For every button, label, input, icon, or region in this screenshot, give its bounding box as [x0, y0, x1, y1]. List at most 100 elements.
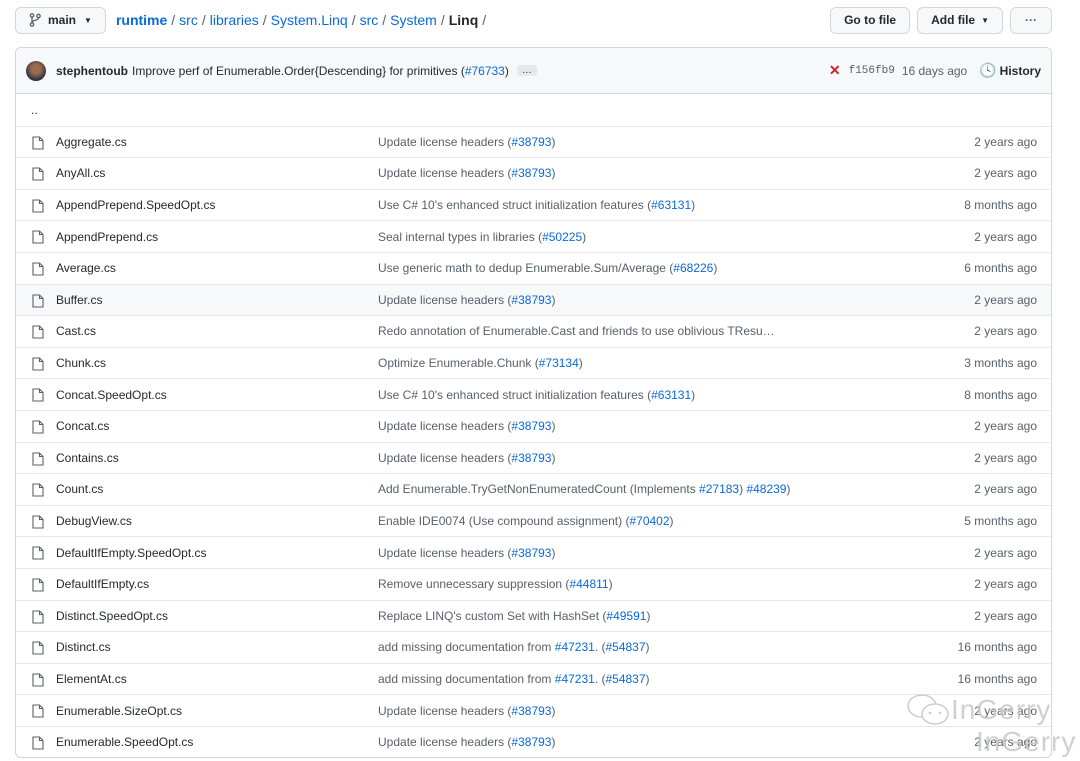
file-row[interactable]: Concat.cs Update license headers (#38793)…	[16, 409, 1051, 442]
commit-message[interactable]: Update license headers (	[378, 451, 511, 465]
file-row[interactable]: Enumerable.SpeedOpt.cs Update license hea…	[16, 725, 1051, 758]
file-row[interactable]: Aggregate.cs Update license headers (#387…	[16, 125, 1051, 158]
file-row[interactable]: Contains.cs Update license headers (#3879…	[16, 441, 1051, 474]
file-name-link[interactable]: AppendPrepend.SpeedOpt.cs	[56, 198, 215, 212]
file-name-link[interactable]: Buffer.cs	[56, 293, 102, 307]
file-row[interactable]: AppendPrepend.SpeedOpt.cs Use C# 10's enh…	[16, 188, 1051, 221]
file-row[interactable]: Cast.cs Redo annotation of Enumerable.Cas…	[16, 315, 1051, 347]
pr-link[interactable]: #68226	[673, 261, 713, 275]
pr-link[interactable]: #70402	[629, 514, 669, 528]
commit-author[interactable]: stephentoub	[56, 64, 128, 78]
file-row[interactable]: Concat.SpeedOpt.cs Use C# 10's enhanced s…	[16, 378, 1051, 410]
pr-link[interactable]: #63131	[651, 198, 691, 212]
pr-link[interactable]: #50225	[542, 230, 582, 244]
commit-message[interactable]: Use C# 10's enhanced struct initializati…	[378, 388, 651, 402]
file-row[interactable]: DebugView.cs Enable IDE0074 (Use compound…	[16, 504, 1051, 537]
commit-pr-link[interactable]: #76733	[465, 64, 505, 78]
branch-select-button[interactable]: main ▼	[15, 6, 106, 34]
file-name-link[interactable]: Concat.cs	[56, 419, 109, 433]
commit-message[interactable]: add missing documentation from	[378, 640, 555, 654]
commit-message[interactable]: Seal internal types in libraries (	[378, 230, 542, 244]
file-row[interactable]: Count.cs Add Enumerable.TryGetNonEnumerat…	[16, 473, 1051, 505]
commit-message[interactable]: Update license headers (	[378, 419, 511, 433]
file-row[interactable]: AppendPrepend.cs Seal internal types in l…	[16, 220, 1051, 252]
pr-link[interactable]: #38793	[511, 135, 551, 149]
commit-message[interactable]: Enable IDE0074 (Use compound assignment)…	[378, 514, 629, 528]
file-name-link[interactable]: Concat.SpeedOpt.cs	[56, 388, 167, 402]
expand-commit-button[interactable]: …	[516, 65, 537, 76]
commit-message[interactable]: Replace LINQ's custom Set with HashSet (	[378, 609, 606, 623]
pr-link[interactable]: #38793	[511, 704, 551, 718]
commit-message[interactable]: Update license headers (	[378, 704, 511, 718]
pr-link[interactable]: #38793	[511, 546, 551, 560]
commit-message[interactable]: Add Enumerable.TryGetNonEnumeratedCount …	[378, 482, 699, 496]
breadcrumb-link[interactable]: runtime	[116, 12, 167, 28]
pr-link[interactable]: #54837	[605, 672, 645, 686]
commit-message[interactable]: add missing documentation from	[378, 672, 555, 686]
file-name-link[interactable]: Contains.cs	[56, 451, 119, 465]
pr-link[interactable]: #48239	[746, 482, 786, 496]
pr-link[interactable]: #73134	[539, 356, 579, 370]
file-name-link[interactable]: AppendPrepend.cs	[56, 230, 158, 244]
file-name-link[interactable]: Cast.cs	[56, 324, 96, 338]
file-name-link[interactable]: Distinct.cs	[56, 640, 111, 654]
breadcrumb-link[interactable]: System	[390, 12, 437, 28]
commit-message[interactable]: Update license headers (	[378, 166, 511, 180]
file-row[interactable]: Distinct.SpeedOpt.cs Replace LINQ's custo…	[16, 599, 1051, 632]
go-to-file-button[interactable]: Go to file	[830, 6, 911, 34]
pr-link[interactable]: #54837	[605, 640, 645, 654]
pr-link[interactable]: #44811	[569, 577, 608, 591]
add-file-button[interactable]: Add file ▼	[917, 6, 1003, 34]
breadcrumb-link[interactable]: System.Linq	[271, 12, 348, 28]
commit-message[interactable]: Update license headers (	[378, 735, 511, 749]
breadcrumb-link[interactable]: libraries	[210, 12, 259, 28]
pr-link[interactable]: #38793	[511, 419, 551, 433]
file-name-link[interactable]: DebugView.cs	[56, 514, 132, 528]
file-row[interactable]: AnyAll.cs Update license headers (#38793)…	[16, 157, 1051, 189]
commit-message[interactable]: Optimize Enumerable.Chunk (	[378, 356, 539, 370]
file-name-link[interactable]: Average.cs	[56, 261, 116, 275]
file-name-link[interactable]: DefaultIfEmpty.SpeedOpt.cs	[56, 546, 207, 560]
pr-link[interactable]: #38793	[511, 293, 551, 307]
file-row[interactable]: Average.cs Use generic math to dedup Enum…	[16, 251, 1051, 284]
pr-link[interactable]: #38793	[511, 735, 551, 749]
history-link[interactable]: History	[1000, 64, 1041, 78]
pr-link[interactable]: #47231	[555, 672, 595, 686]
commit-message[interactable]: Update license headers (	[378, 135, 511, 149]
pr-link[interactable]: #38793	[511, 166, 551, 180]
pr-link[interactable]: #27183	[699, 482, 739, 496]
breadcrumb-link[interactable]: src	[179, 12, 198, 28]
file-name-link[interactable]: ElementAt.cs	[56, 672, 127, 686]
pr-link[interactable]: #49591	[606, 609, 646, 623]
file-name-link[interactable]: Count.cs	[56, 482, 103, 496]
file-row[interactable]: ElementAt.cs add missing documentation fr…	[16, 662, 1051, 695]
file-row[interactable]: DefaultIfEmpty.SpeedOpt.cs Update license…	[16, 536, 1051, 568]
parent-directory-link[interactable]: ..	[31, 103, 38, 117]
commit-message[interactable]: Redo annotation of Enumerable.Cast and f…	[378, 324, 775, 338]
file-row[interactable]: Enumerable.SizeOpt.cs Update license head…	[16, 694, 1051, 726]
avatar[interactable]	[26, 60, 46, 81]
file-row[interactable]: Distinct.cs add missing documentation fro…	[16, 631, 1051, 663]
pr-link[interactable]: #47231	[555, 640, 595, 654]
file-name-link[interactable]: Enumerable.SizeOpt.cs	[56, 704, 182, 718]
commit-sha[interactable]: f156fb9	[849, 65, 895, 77]
file-name-link[interactable]: AnyAll.cs	[56, 166, 105, 180]
file-name-link[interactable]: Chunk.cs	[56, 356, 106, 370]
pr-link[interactable]: #38793	[511, 451, 551, 465]
commit-message[interactable]: Update license headers (	[378, 293, 511, 307]
breadcrumb-link[interactable]: src	[360, 12, 379, 28]
file-name-link[interactable]: DefaultIfEmpty.cs	[56, 577, 149, 591]
pr-link[interactable]: #63131	[651, 388, 691, 402]
commit-message[interactable]: Use generic math to dedup Enumerable.Sum…	[378, 261, 673, 275]
file-name-link[interactable]: Distinct.SpeedOpt.cs	[56, 609, 168, 623]
file-row[interactable]: Chunk.cs Optimize Enumerable.Chunk (#7313…	[16, 346, 1051, 379]
commit-message[interactable]: Use C# 10's enhanced struct initializati…	[378, 198, 651, 212]
commit-message[interactable]: Update license headers (	[378, 546, 511, 560]
commit-message[interactable]: Remove unnecessary suppression (	[378, 577, 569, 591]
file-row[interactable]: DefaultIfEmpty.cs Remove unnecessary supp…	[16, 567, 1051, 600]
status-failed-icon[interactable]: ✕	[829, 62, 841, 79]
file-name-link[interactable]: Enumerable.SpeedOpt.cs	[56, 735, 193, 749]
parent-directory-row[interactable]: ..	[16, 94, 1051, 126]
commit-message[interactable]: Improve perf of Enumerable.Order{Descend…	[132, 64, 465, 78]
more-options-button[interactable]: ···	[1010, 6, 1052, 34]
